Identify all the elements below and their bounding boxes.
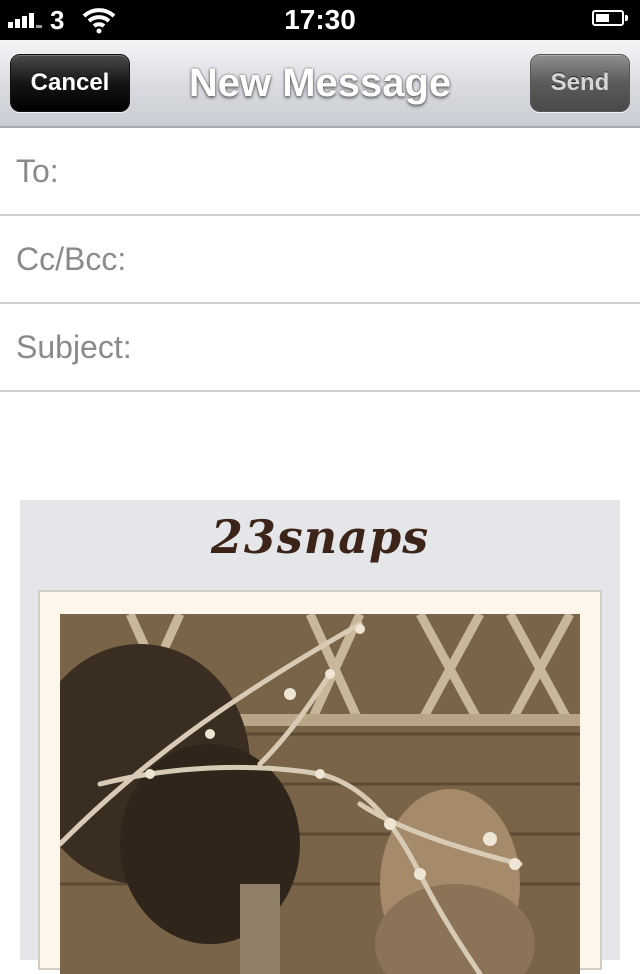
page-title: New Message	[188, 60, 452, 105]
attached-photo	[60, 614, 580, 974]
subject-label: Subject:	[16, 328, 132, 365]
to-field[interactable]: To:	[0, 128, 640, 216]
photo-illustration	[60, 614, 580, 974]
to-label: To:	[16, 152, 59, 189]
photo-frame	[38, 590, 602, 974]
battery-icon	[592, 10, 630, 28]
brand-logo: 23snaps	[210, 510, 430, 564]
status-bar: 3 17:30	[0, 0, 640, 40]
status-time: 17:30	[284, 4, 356, 35]
cc-bcc-label: Cc/Bcc:	[16, 240, 127, 277]
cancel-button[interactable]: Cancel	[10, 54, 130, 112]
subject-input[interactable]	[141, 321, 624, 373]
navigation-bar: Cancel New Message Send	[0, 40, 640, 128]
cc-bcc-input[interactable]	[136, 233, 624, 285]
send-button[interactable]: Send	[530, 54, 630, 112]
cc-bcc-field[interactable]: Cc/Bcc:	[0, 216, 640, 304]
subject-field[interactable]: Subject:	[0, 304, 640, 392]
attachment-card: 23snaps	[20, 500, 620, 974]
to-input[interactable]	[68, 145, 624, 197]
